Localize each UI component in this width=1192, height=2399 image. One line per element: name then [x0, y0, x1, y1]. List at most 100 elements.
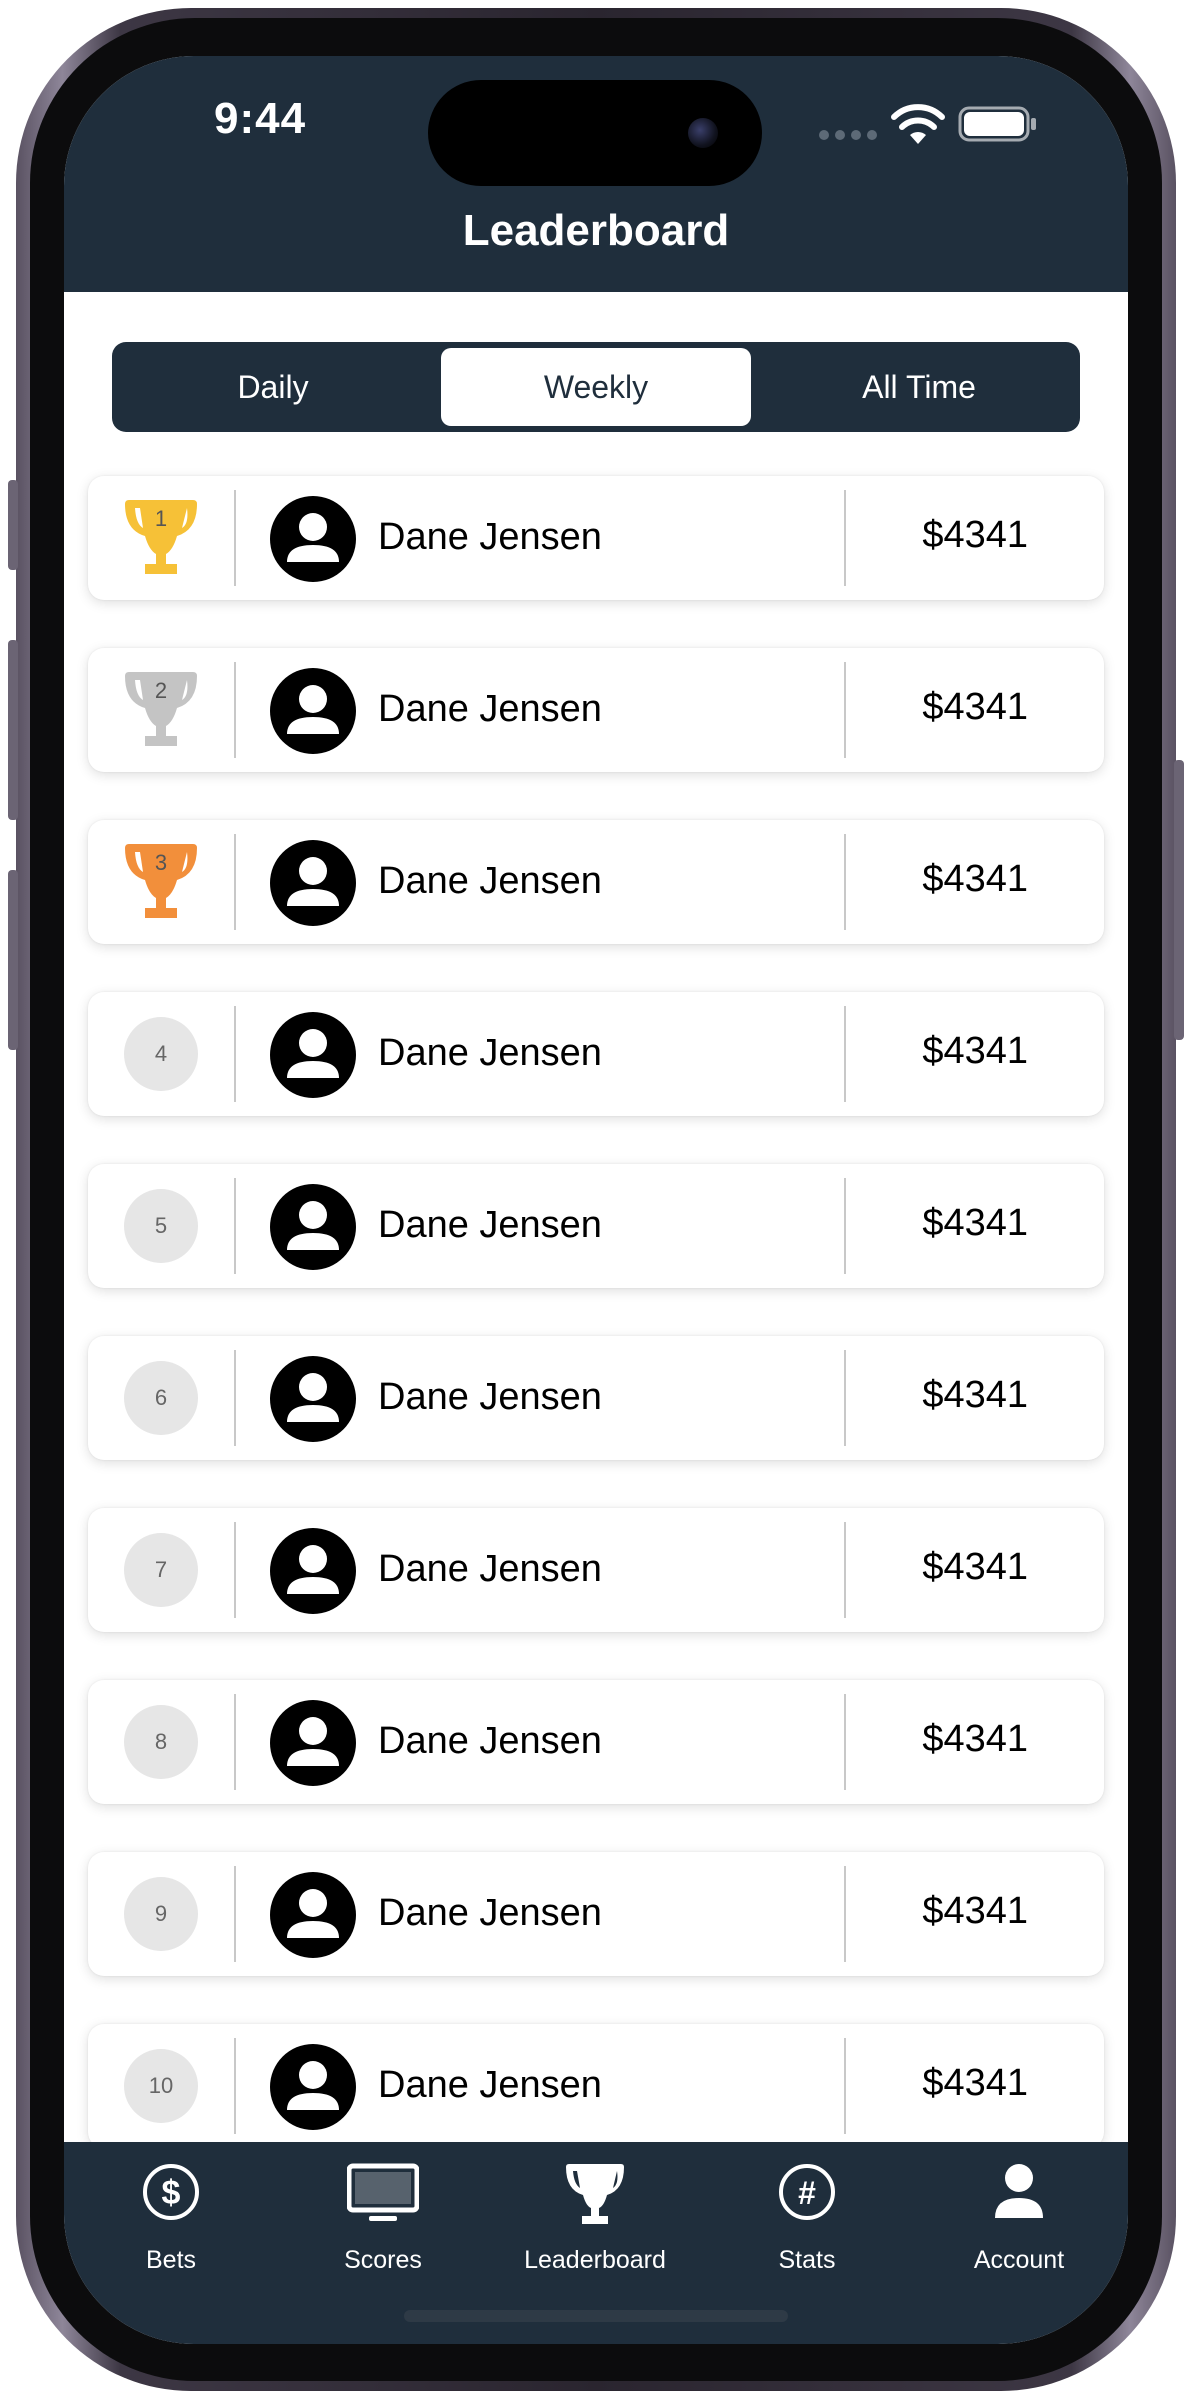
player-name: Dane Jensen [378, 1548, 602, 1590]
volume-up-button [8, 640, 18, 820]
player-name: Dane Jensen [378, 860, 602, 902]
rank-cell: 8 [88, 1680, 234, 1804]
player-score: $4341 [922, 858, 1028, 900]
player-name: Dane Jensen [378, 1892, 602, 1934]
volume-down-button [8, 870, 18, 1050]
tab-label: Stats [778, 2246, 836, 2274]
row-divider [234, 662, 236, 758]
row-divider [234, 1866, 236, 1962]
leaderboard-row[interactable]: 2 Dane Jensen $4341 [88, 648, 1104, 772]
tab-label: Account [973, 2246, 1065, 2274]
person-avatar-icon [287, 1889, 339, 1938]
header-bar: 9:44 Leaderboard [64, 56, 1128, 292]
avatar [270, 1872, 356, 1958]
dynamic-island [428, 80, 762, 186]
row-divider [844, 834, 846, 930]
row-divider [234, 490, 236, 586]
leaderboard-row[interactable]: 1 Dane Jensen $4341 [88, 476, 1104, 600]
person-avatar-icon [287, 1201, 339, 1250]
leaderboard-row[interactable]: 4 Dane Jensen $4341 [88, 992, 1104, 1116]
hashtag-circle-icon: # [779, 2164, 835, 2220]
period-segmented-control: Daily Weekly All Time [112, 342, 1080, 432]
person-icon [995, 2164, 1043, 2218]
rank-cell: 5 [88, 1164, 234, 1288]
row-divider [234, 1694, 236, 1790]
leaderboard-row[interactable]: 9 Dane Jensen $4341 [88, 1852, 1104, 1976]
rank-badge: 6 [124, 1361, 198, 1435]
trophy-icon [566, 2164, 624, 2224]
segment-daily[interactable]: Daily [118, 348, 428, 426]
cellular-signal-icon [819, 130, 877, 140]
player-name: Dane Jensen [378, 688, 602, 730]
svg-text:#: # [798, 2175, 816, 2211]
segment-all-time[interactable]: All Time [764, 348, 1074, 426]
row-divider [844, 662, 846, 758]
avatar [270, 1012, 356, 1098]
person-avatar-icon [287, 857, 339, 906]
person-avatar-icon [287, 1717, 339, 1766]
player-score: $4341 [922, 514, 1028, 556]
home-indicator[interactable] [404, 2310, 788, 2322]
leaderboard-row[interactable]: 3 Dane Jensen $4341 [88, 820, 1104, 944]
rank-badge: 5 [124, 1189, 198, 1263]
row-divider [234, 1350, 236, 1446]
avatar [270, 840, 356, 926]
rank-number: 1 [154, 506, 168, 531]
battery-icon [958, 106, 1036, 142]
player-score: $4341 [922, 1546, 1028, 1588]
avatar [270, 2044, 356, 2130]
tab-label: Scores [344, 2246, 422, 2274]
leaderboard-row[interactable]: 7 Dane Jensen $4341 [88, 1508, 1104, 1632]
tab-label: Bets [145, 2246, 197, 2274]
gold-trophy-icon: 1 [119, 492, 203, 584]
tab-stats[interactable]: # Stats [707, 2160, 907, 2280]
screen: 9:44 Leaderboard Daily Weekly All Time 1… [64, 56, 1128, 2344]
tab-scores[interactable]: Scores [283, 2160, 483, 2280]
tab-bets[interactable]: $ Bets [71, 2160, 271, 2280]
row-divider [234, 2038, 236, 2134]
dollar-circle-icon: $ [143, 2164, 199, 2220]
player-score: $4341 [922, 686, 1028, 728]
wifi-icon [891, 104, 945, 144]
player-score: $4341 [922, 2062, 1028, 2104]
leaderboard-row[interactable]: 6 Dane Jensen $4341 [88, 1336, 1104, 1460]
row-divider [234, 834, 236, 930]
rank-cell: 6 [88, 1336, 234, 1460]
rank-number: 2 [154, 678, 168, 703]
rank-cell: 9 [88, 1852, 234, 1976]
silver-trophy-icon: 2 [119, 664, 203, 756]
rank-badge: 10 [124, 2049, 198, 2123]
leaderboard-row[interactable]: 8 Dane Jensen $4341 [88, 1680, 1104, 1804]
tab-leaderboard[interactable]: Leaderboard [495, 2160, 695, 2280]
rank-badge: 9 [124, 1877, 198, 1951]
leaderboard-row[interactable]: 10 Dane Jensen $4341 [88, 2024, 1104, 2148]
person-avatar-icon [287, 685, 339, 734]
player-name: Dane Jensen [378, 1032, 602, 1074]
rank-cell: 2 [88, 648, 234, 772]
row-divider [844, 1350, 846, 1446]
action-button [8, 480, 18, 570]
avatar [270, 1184, 356, 1270]
tab-label: Leaderboard [524, 2246, 666, 2274]
rank-cell: 1 [88, 476, 234, 600]
tab-account[interactable]: Account [919, 2160, 1119, 2280]
player-name: Dane Jensen [378, 1204, 602, 1246]
row-divider [234, 1178, 236, 1274]
person-avatar-icon [287, 1029, 339, 1078]
row-divider [844, 490, 846, 586]
row-divider [234, 1006, 236, 1102]
player-score: $4341 [922, 1374, 1028, 1416]
avatar [270, 668, 356, 754]
player-score: $4341 [922, 1718, 1028, 1760]
leaderboard-row[interactable]: 5 Dane Jensen $4341 [88, 1164, 1104, 1288]
row-divider [234, 1522, 236, 1618]
row-divider [844, 1522, 846, 1618]
rank-number: 3 [154, 850, 168, 875]
avatar [270, 1700, 356, 1786]
power-button [1174, 760, 1184, 1040]
player-name: Dane Jensen [378, 1376, 602, 1418]
segment-weekly[interactable]: Weekly [441, 348, 751, 426]
status-time: 9:44 [214, 94, 307, 143]
player-score: $4341 [922, 1030, 1028, 1072]
rank-cell: 4 [88, 992, 234, 1116]
